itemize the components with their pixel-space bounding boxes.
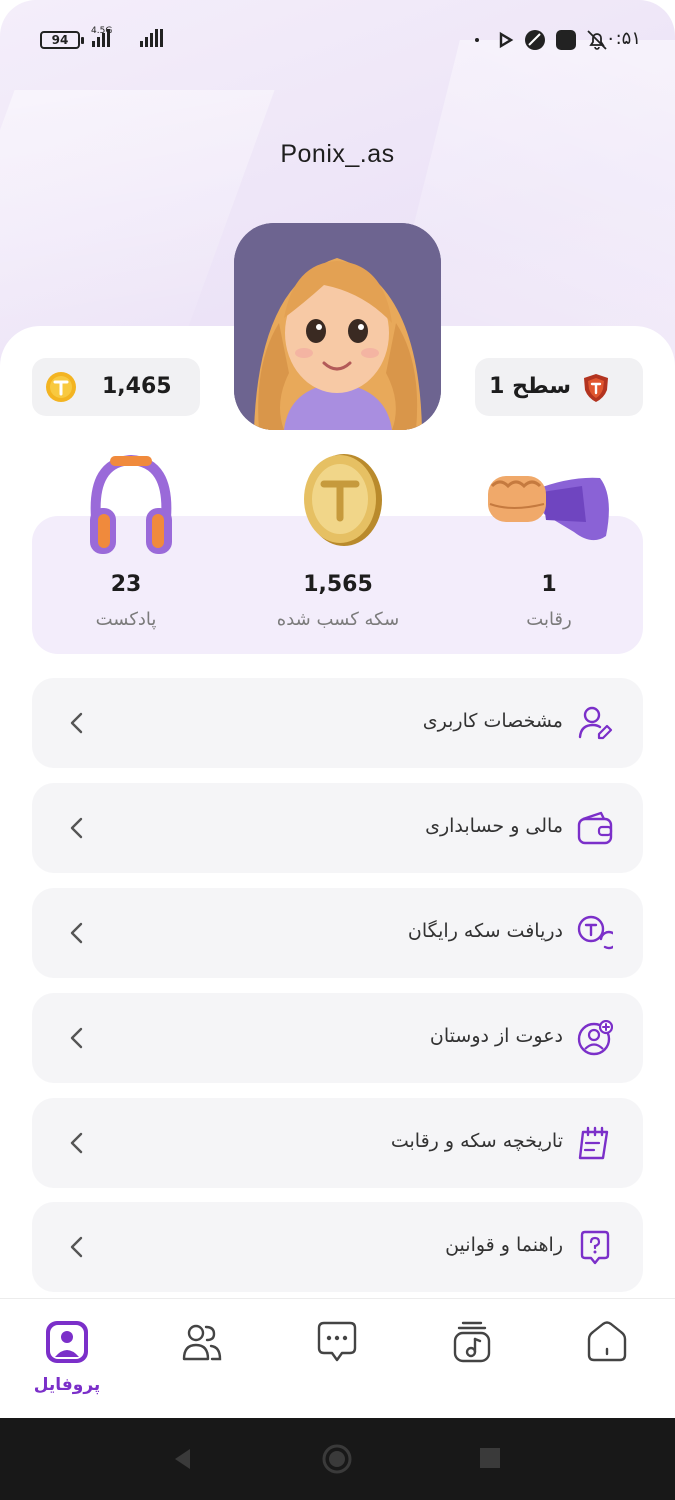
- stat-label: پادکست: [95, 609, 157, 630]
- chat-icon: [317, 1321, 357, 1362]
- coin-search-icon: [577, 915, 613, 950]
- coin-count: 1,465: [102, 374, 172, 399]
- dot-icon: [475, 38, 479, 42]
- calendar-edit-icon: [578, 1126, 609, 1160]
- user-edit-icon: [578, 706, 613, 740]
- signal-icon: [92, 28, 112, 50]
- profile-screen: 94 4.5G ۰:۵۱ Ponix_.as 1,465 سطح 1 1 رقا…: [0, 0, 675, 1418]
- menu-guide-rules[interactable]: راهنما و قوانین: [32, 1202, 643, 1292]
- chevron-left-icon: [70, 1132, 83, 1154]
- battery-icon: 94: [40, 31, 84, 49]
- username: Ponix_.as: [280, 140, 395, 168]
- nav-home[interactable]: [572, 1319, 642, 1399]
- stat-value: 1,565: [303, 572, 373, 597]
- chevron-left-icon: [70, 712, 83, 734]
- menu-label: راهنما و قوانین: [445, 1234, 563, 1256]
- menu-history[interactable]: تاریخچه سکه و رقابت: [32, 1098, 643, 1188]
- user-add-icon: [577, 1020, 613, 1056]
- nav-label: پروفایل: [33, 1375, 101, 1395]
- level-badge[interactable]: سطح 1: [475, 358, 643, 416]
- avatar-image: [234, 223, 441, 430]
- stat-value: 23: [110, 572, 142, 597]
- music-icon: [453, 1321, 491, 1363]
- help-icon: [580, 1230, 610, 1265]
- nav-chat[interactable]: [302, 1319, 372, 1399]
- home-icon: [587, 1321, 627, 1362]
- menu-invite-friends[interactable]: دعوت از دوستان: [32, 993, 643, 1083]
- menu-label: دعوت از دوستان: [429, 1025, 563, 1047]
- clock: ۰:۵۱: [605, 28, 641, 49]
- nav-friends[interactable]: [167, 1319, 237, 1399]
- status-bar: 94 4.5G ۰:۵۱: [0, 22, 675, 58]
- recents-icon[interactable]: [479, 1447, 501, 1469]
- menu-label: مشخصات کاربری: [422, 710, 563, 732]
- chevron-left-icon: [70, 817, 83, 839]
- stat-label: سکه کسب شده: [276, 609, 400, 630]
- play-icon: [499, 31, 514, 49]
- level-label: سطح 1: [489, 374, 571, 399]
- app-square-icon: [556, 30, 576, 50]
- menu-label: مالی و حسابداری: [425, 815, 563, 837]
- headphones-icon: [90, 454, 172, 554]
- users-icon: [182, 1324, 222, 1361]
- back-icon[interactable]: [170, 1446, 196, 1472]
- wallet-icon: [577, 811, 613, 845]
- menu-user-details[interactable]: مشخصات کاربری: [32, 678, 643, 768]
- nav-profile[interactable]: پروفایل: [32, 1319, 102, 1399]
- app-icon: [525, 30, 545, 50]
- bottom-navigation: پروفایل: [0, 1298, 675, 1418]
- stat-value: 1: [541, 572, 557, 597]
- coin-icon: [46, 372, 76, 402]
- chevron-left-icon: [70, 1027, 83, 1049]
- menu-label: تاریخچه سکه و رقابت: [390, 1130, 563, 1152]
- shield-icon: [584, 374, 608, 402]
- bell-off-icon: [587, 30, 607, 50]
- chevron-left-icon: [70, 922, 83, 944]
- fist-icon: [488, 476, 609, 541]
- signal-icon-2: [140, 28, 165, 50]
- profile-icon: [46, 1321, 88, 1363]
- chevron-left-icon: [70, 1236, 83, 1258]
- home-button-icon[interactable]: [321, 1443, 353, 1475]
- stat-competition: 1 رقابت: [459, 572, 639, 630]
- coin-balance[interactable]: 1,465: [32, 358, 200, 416]
- gold-coin-icon: [304, 454, 382, 546]
- menu-finance[interactable]: مالی و حسابداری: [32, 783, 643, 873]
- stat-podcast: 23 پادکست: [36, 572, 216, 630]
- menu-free-coins[interactable]: دریافت سکه رایگان: [32, 888, 643, 978]
- menu-label: دریافت سکه رایگان: [407, 920, 563, 942]
- nav-podcast[interactable]: [437, 1319, 507, 1399]
- avatar[interactable]: [234, 223, 441, 430]
- system-navigation-bar: [0, 1418, 675, 1500]
- stat-earned-coins: 1,565 سکه کسب شده: [248, 572, 428, 630]
- stat-label: رقابت: [526, 609, 572, 630]
